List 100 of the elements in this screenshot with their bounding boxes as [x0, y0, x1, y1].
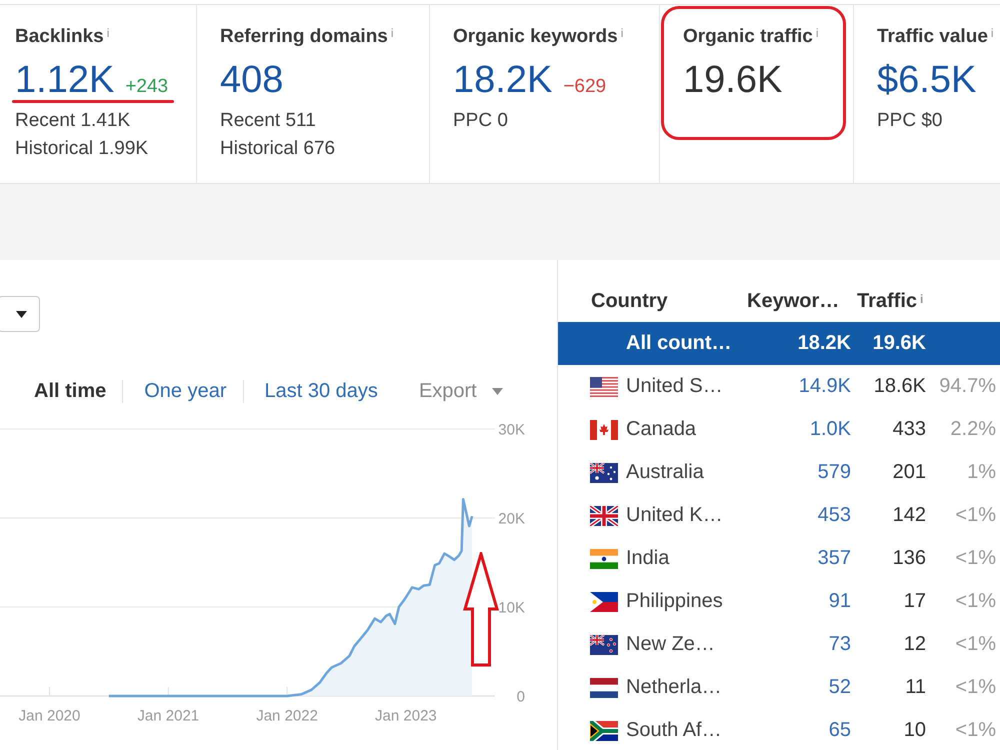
traffic-share: <1%: [954, 504, 996, 527]
metric-value[interactable]: 1.12K: [15, 59, 114, 101]
metric-value[interactable]: 18.2K: [453, 59, 552, 101]
metric-change: −629: [563, 76, 606, 98]
flag-icon: [590, 634, 618, 654]
country-name: South Af…: [626, 719, 722, 742]
country-name: Netherla…: [626, 676, 722, 699]
flag-icon: [590, 420, 618, 440]
column-header: Traffic: [857, 290, 918, 312]
export-button[interactable]: Export: [418, 376, 503, 406]
table-row[interactable]: Canada 1.0K 433 2.2%: [558, 408, 1000, 451]
traffic-value: 17: [902, 590, 926, 613]
flag-icon: [590, 548, 618, 568]
traffic-value: 19.6K: [872, 332, 926, 355]
flag-icon: [590, 506, 618, 526]
flag-icon: [590, 592, 618, 612]
metric-detail: Recent 511: [220, 109, 317, 133]
flag-icon: [590, 462, 618, 482]
caret-icon: [16, 310, 26, 318]
metric-detail: Recent 1.41K: [15, 109, 132, 133]
traffic-value: 136: [892, 547, 926, 570]
traffic-share: 94.7%: [938, 375, 996, 398]
metric-value: 19.6K: [683, 59, 782, 101]
keywords-link[interactable]: 14.9K: [742, 375, 851, 398]
period-tab[interactable]: Last 30 days: [264, 376, 378, 406]
axis-label: Jan 2020: [18, 708, 80, 724]
metric-detail: Historical 1.99K: [15, 137, 150, 161]
traffic-share: <1%: [954, 633, 996, 656]
info-icon[interactable]: i: [390, 26, 394, 40]
country-name: New Ze…: [626, 633, 715, 656]
traffic-value: 142: [892, 504, 926, 527]
country-name: Australia: [626, 461, 704, 484]
metric-value[interactable]: $6.5K: [877, 59, 976, 101]
axis-label: 30K: [498, 421, 525, 438]
keywords-link[interactable]: 18.2K: [742, 332, 851, 355]
traffic-value: 433: [892, 418, 926, 441]
keywords-link[interactable]: 91: [742, 590, 851, 613]
traffic-share: 2.2%: [949, 418, 996, 441]
keywords-link[interactable]: 73: [742, 633, 851, 656]
info-icon[interactable]: i: [920, 292, 924, 306]
country-name: All count…: [626, 332, 732, 355]
table-row[interactable]: New Ze… 73 12 <1%: [558, 623, 1000, 666]
axis-label: 20K: [498, 510, 525, 528]
flag-icon: [590, 376, 618, 396]
metric-detail: Historical 676: [220, 137, 336, 161]
column-header: Keywor…: [747, 290, 840, 312]
traffic-value: 10: [902, 719, 926, 742]
traffic-share: <1%: [954, 676, 996, 699]
table-row[interactable]: All count… 18.2K 19.6K: [558, 322, 1000, 365]
axis-label: Jan 2021: [137, 708, 200, 724]
table-row[interactable]: South Af… 65 10 <1%: [558, 709, 1000, 750]
table-row[interactable]: United S… 14.9K 18.6K 94.7%: [558, 365, 1000, 408]
period-tab[interactable]: All time: [34, 376, 106, 406]
period-tab[interactable]: One year: [144, 376, 227, 406]
metric-label: Traffic value: [877, 25, 988, 49]
axis-label: Jan 2023: [375, 708, 437, 724]
metric-detail: PPC $0: [877, 109, 944, 133]
traffic-share: <1%: [954, 719, 996, 742]
traffic-value: 18.6K: [872, 375, 926, 398]
keywords-link[interactable]: 453: [742, 504, 851, 527]
info-icon[interactable]: i: [106, 26, 110, 40]
table-row[interactable]: Netherla… 52 11 <1%: [558, 666, 1000, 709]
traffic-share: <1%: [954, 547, 996, 570]
metric-label: Backlinks: [15, 25, 104, 49]
info-icon[interactable]: i: [816, 26, 819, 40]
country-name: Canada: [626, 418, 696, 441]
keywords-link[interactable]: 579: [742, 461, 851, 484]
traffic-value: 12: [902, 633, 926, 656]
info-icon[interactable]: i: [620, 26, 624, 40]
keywords-link[interactable]: 357: [742, 547, 851, 570]
metric-change: +243: [125, 76, 168, 98]
axis-label: Jan 2022: [256, 708, 318, 724]
traffic-share: 1%: [966, 461, 996, 484]
country-name: Philippines: [626, 590, 723, 613]
axis-label: 0: [516, 688, 525, 706]
keywords-link[interactable]: 52: [742, 676, 851, 699]
table-row[interactable]: Philippines 91 17 <1%: [558, 580, 1000, 623]
metric-detail: PPC 0: [453, 109, 509, 133]
table-row[interactable]: Australia 579 201 1%: [558, 451, 1000, 494]
metric-label: Organic keywords: [453, 25, 618, 49]
table-row[interactable]: United K… 453 142 <1%: [558, 494, 1000, 537]
traffic-share: <1%: [954, 590, 996, 613]
info-icon[interactable]: i: [990, 26, 994, 40]
country-name: India: [626, 547, 670, 570]
metric-label: Organic traffic: [683, 25, 813, 49]
country-name: United K…: [626, 504, 723, 527]
flag-icon: [590, 720, 618, 740]
caret-icon: [492, 388, 503, 394]
column-header: Country: [591, 290, 668, 312]
keywords-link[interactable]: 1.0K: [742, 418, 851, 441]
keywords-link[interactable]: 65: [742, 719, 851, 742]
dropdown-button[interactable]: [0, 296, 40, 332]
country-name: United S…: [626, 375, 723, 398]
traffic-value: 201: [892, 461, 926, 484]
table-row[interactable]: India 357 136 <1%: [558, 537, 1000, 580]
flag-icon: [590, 678, 618, 698]
metric-label: Referring domains: [220, 25, 388, 49]
traffic-value: 11: [904, 676, 926, 699]
metric-value[interactable]: 408: [220, 59, 284, 101]
axis-label: 10K: [498, 599, 525, 616]
